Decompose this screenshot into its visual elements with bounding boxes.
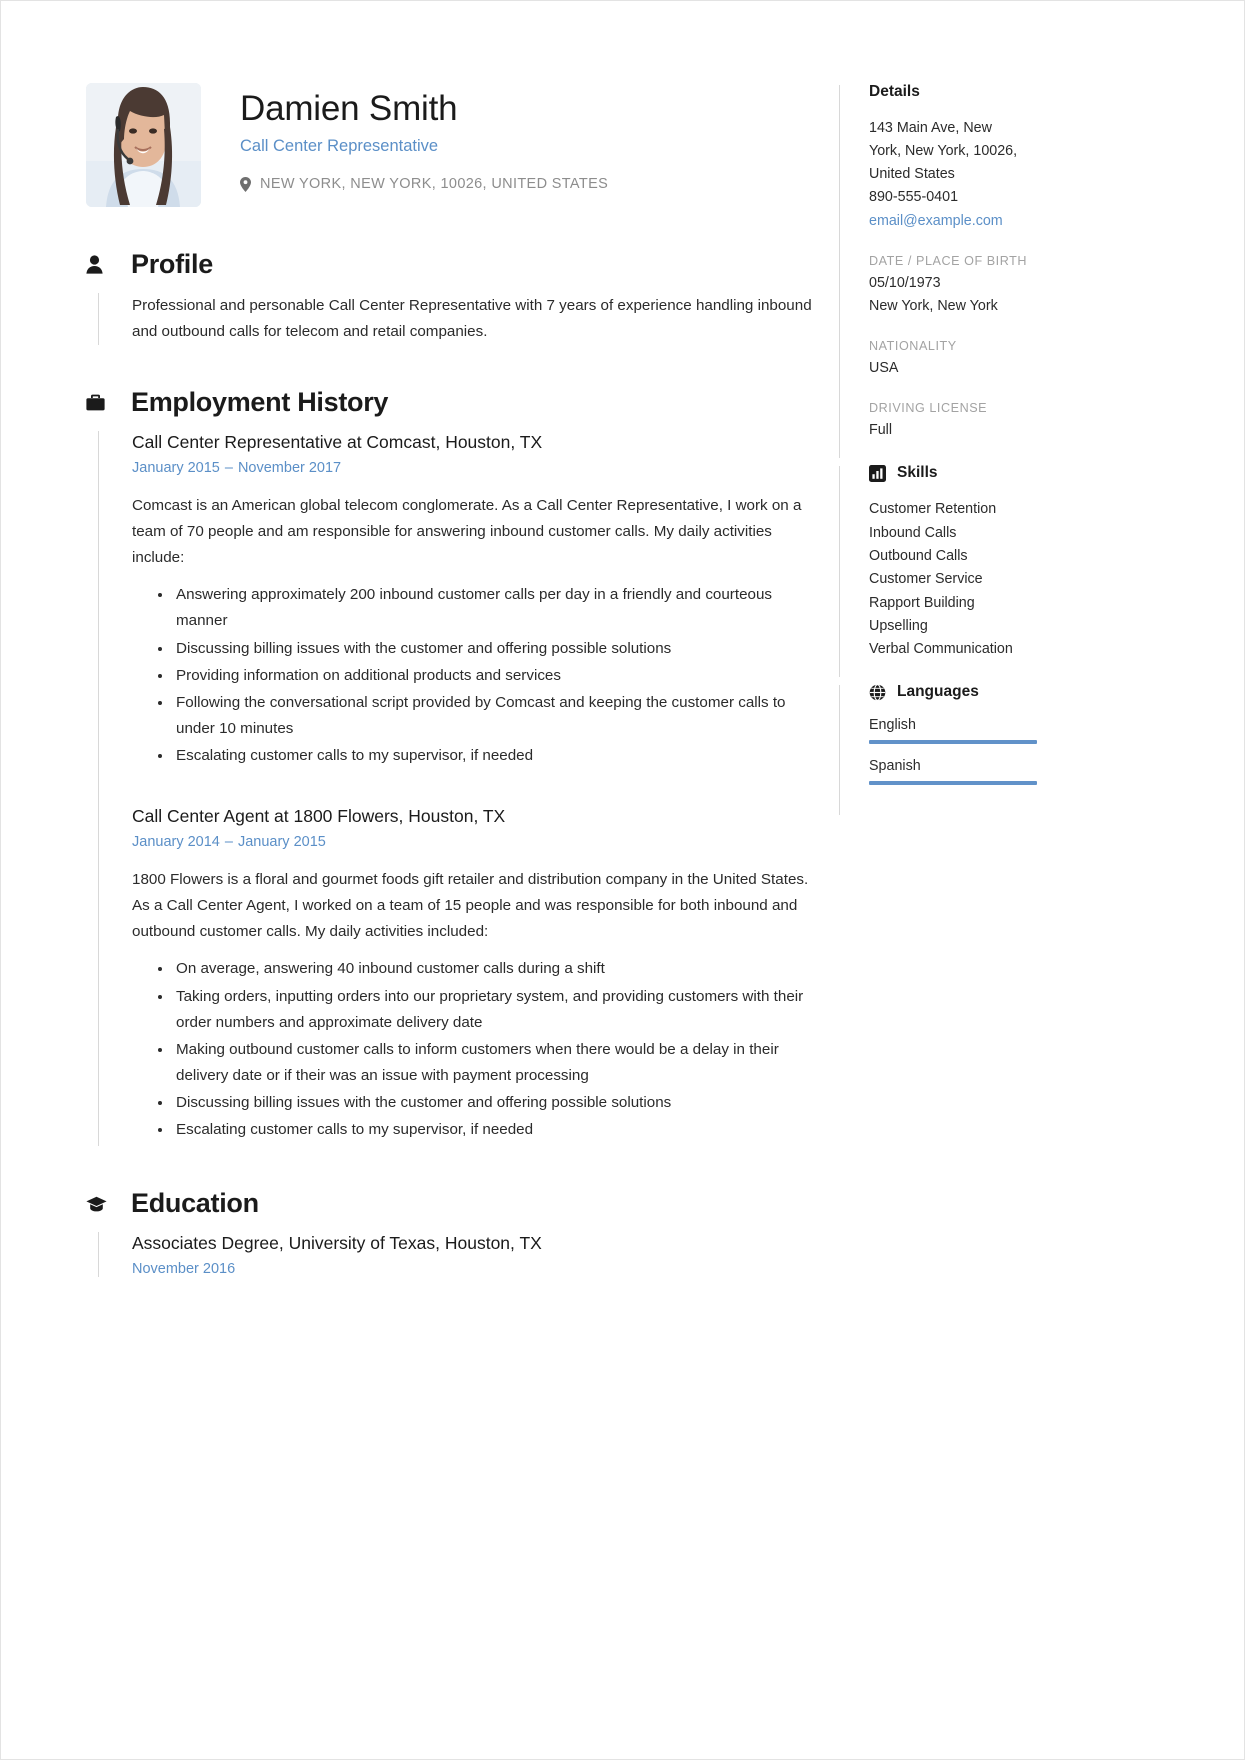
- section-title-employment: Employment History: [131, 387, 389, 418]
- header-text: Damien Smith Call Center Representative …: [240, 83, 608, 192]
- bar-chart-icon: [869, 464, 886, 482]
- resume-sheet: Damien Smith Call Center Representative …: [1, 1, 1244, 1759]
- job-end-date: January 2015: [237, 833, 326, 850]
- job-title-line: Call Center Agent at 1800 Flowers, Houst…: [132, 806, 506, 827]
- job-start-date: January 2015: [132, 459, 220, 476]
- detail-address-line: York, New York, 10026,: [869, 143, 1018, 160]
- list-item: Discussing billing issues with the custo…: [158, 1090, 816, 1116]
- detail-license: Full: [869, 422, 893, 439]
- header-location-text: NEW YORK, NEW YORK, 10026, UNITED STATES: [260, 176, 609, 193]
- skill-item: Customer Service: [869, 571, 983, 588]
- sidebar: Details 143 Main Ave, New York, New York…: [839, 83, 1099, 821]
- resume-page: Damien Smith Call Center Representative …: [0, 0, 1245, 1760]
- section-title-profile: Profile: [131, 249, 213, 279]
- detail-email-link[interactable]: email@example.com: [869, 210, 1099, 233]
- skill-item: Rapport Building: [869, 594, 975, 611]
- detail-label-license: DRIVING LICENSE: [869, 401, 988, 416]
- detail-nationality: USA: [869, 360, 899, 377]
- sidebar-section-details: Details 143 Main Ave, New York, New York…: [839, 83, 1099, 464]
- job-start-date: January 2014: [132, 833, 220, 850]
- job-description: Comcast is an American global telecom co…: [132, 496, 802, 567]
- list-item: Escalating customer calls to my supervis…: [158, 1117, 816, 1143]
- job-title-line: Call Center Representative at Comcast, H…: [132, 432, 543, 453]
- education-entry: Associates Degree, University of Texas, …: [132, 1232, 816, 1277]
- map-pin-icon: [240, 176, 251, 192]
- list-item: Answering approximately 200 inbound cust…: [158, 582, 816, 634]
- sidebar-title-skills-text: Skills: [897, 464, 938, 482]
- language-item: Spanish: [869, 758, 1099, 786]
- section-body-profile: Professional and personable Call Center …: [98, 293, 816, 346]
- profile-text: Professional and personable Call Center …: [132, 297, 812, 341]
- page-title: Damien Smith: [240, 89, 458, 128]
- main-column: Damien Smith Call Center Representative …: [86, 83, 816, 1277]
- job-dates: January 2015– November 2017: [132, 460, 816, 476]
- job-dates: January 2014– January 2015: [132, 834, 816, 850]
- list-item: Providing information on additional prod…: [158, 663, 816, 689]
- detail-label-dob: DATE / PLACE OF BIRTH: [869, 253, 1028, 268]
- education-date: November 2016: [132, 1260, 236, 1277]
- avatar: [86, 83, 201, 207]
- employment-entry: Call Center Representative at Comcast, H…: [132, 431, 816, 772]
- language-name: English: [869, 717, 916, 734]
- job-description: 1800 Flowers is a floral and gourmet foo…: [132, 870, 809, 941]
- detail-dob-place: New York, New York: [869, 297, 998, 314]
- header-job-title: Call Center Representative: [240, 137, 439, 156]
- list-item: Following the conversational script prov…: [158, 690, 816, 742]
- resume-header: Damien Smith Call Center Representative …: [86, 83, 816, 207]
- language-level-bar: [869, 781, 1037, 786]
- language-item: English: [869, 717, 1099, 745]
- sidebar-title-details: Details: [869, 83, 920, 100]
- section-heading-education: Education: [86, 1188, 816, 1219]
- detail-label-nationality: NATIONALITY: [869, 339, 957, 354]
- person-icon: [86, 255, 112, 274]
- detail-address-line: United States: [869, 166, 955, 183]
- list-item: Discussing billing issues with the custo…: [158, 636, 816, 662]
- section-heading-profile: Profile: [86, 249, 816, 280]
- globe-icon: [869, 684, 886, 701]
- skill-item: Customer Retention: [869, 501, 997, 518]
- section-heading-employment: Employment History: [86, 387, 816, 418]
- sidebar-section-languages: Languages English Spanish: [839, 683, 1099, 821]
- list-item: Escalating customer calls to my supervis…: [158, 743, 816, 769]
- header-location: NEW YORK, NEW YORK, 10026, UNITED STATES: [240, 176, 608, 192]
- detail-address-line: 143 Main Ave, New: [869, 120, 992, 136]
- list-item: On average, answering 40 inbound custome…: [158, 956, 816, 982]
- section-body-employment: Call Center Representative at Comcast, H…: [98, 431, 816, 1147]
- skill-item: Inbound Calls: [869, 524, 957, 541]
- job-end-date: November 2017: [237, 459, 342, 476]
- job-bullet-list: Answering approximately 200 inbound cust…: [132, 582, 816, 769]
- language-name: Spanish: [869, 758, 921, 775]
- language-level-bar: [869, 740, 1037, 745]
- job-date-dash: –: [224, 833, 233, 850]
- job-date-dash: –: [224, 459, 233, 476]
- detail-phone: 890-555-0401: [869, 189, 959, 206]
- section-body-education: Associates Degree, University of Texas, …: [98, 1232, 816, 1277]
- skill-item: Outbound Calls: [869, 548, 968, 564]
- list-item: Taking orders, inputting orders into our…: [158, 984, 816, 1036]
- list-item: Making outbound customer calls to inform…: [158, 1037, 816, 1089]
- section-title-education: Education: [131, 1188, 259, 1219]
- skill-item: Verbal Communication: [869, 641, 1013, 658]
- employment-entry: Call Center Agent at 1800 Flowers, Houst…: [132, 805, 816, 1146]
- sidebar-title-languages: Languages: [869, 683, 1099, 701]
- job-bullet-list: On average, answering 40 inbound custome…: [132, 956, 816, 1143]
- graduation-cap-icon: [86, 1196, 112, 1212]
- skill-item: Upselling: [869, 617, 928, 634]
- detail-dob-date: 05/10/1973: [869, 274, 941, 291]
- education-name: Associates Degree, University of Texas, …: [132, 1233, 542, 1254]
- sidebar-title-skills: Skills: [869, 464, 1099, 482]
- sidebar-title-languages-text: Languages: [897, 683, 979, 701]
- sidebar-section-skills: Skills Customer Retention Inbound Calls …: [839, 464, 1099, 683]
- briefcase-icon: [86, 394, 112, 411]
